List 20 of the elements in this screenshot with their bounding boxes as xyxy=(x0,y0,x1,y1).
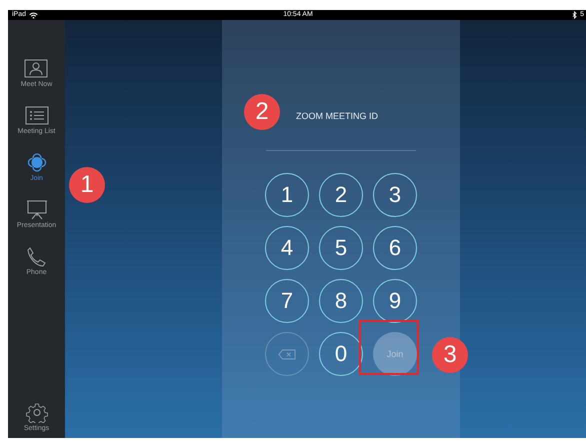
keypad-digit-key[interactable]: 7 xyxy=(265,279,309,323)
keypad-digit-key[interactable]: 1 xyxy=(265,173,309,217)
callout-number-badge: 2 xyxy=(244,94,280,130)
list-icon xyxy=(24,105,50,126)
keypad-digit-key[interactable]: 5 xyxy=(319,226,363,270)
meeting-id-label: ZOOM MEETING ID xyxy=(296,111,378,121)
keypad-digit-key[interactable]: 3 xyxy=(373,173,417,217)
keypad-digit-key[interactable]: 4 xyxy=(265,226,309,270)
callout-number-badge: 3 xyxy=(432,337,468,373)
keypad-digit-key[interactable]: 8 xyxy=(319,279,363,323)
callout-number-badge: 1 xyxy=(69,167,105,203)
person-screen-icon xyxy=(23,58,50,79)
keypad-digit-key[interactable]: 2 xyxy=(319,173,363,217)
keypad-digit-key[interactable]: 0 xyxy=(319,332,363,376)
wifi-icon xyxy=(29,12,38,18)
keypad-digit-key[interactable]: 6 xyxy=(373,226,417,270)
backspace-icon xyxy=(278,348,296,360)
bluetooth-icon xyxy=(572,11,578,19)
keypad-digit-key[interactable]: 9 xyxy=(373,279,417,323)
settings-icon xyxy=(24,402,50,423)
